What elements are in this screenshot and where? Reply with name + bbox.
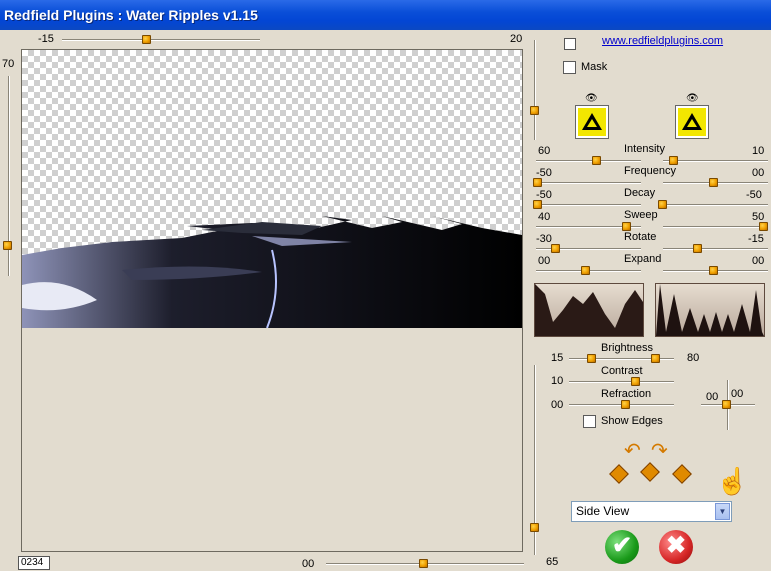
- bottom-slider-thumb[interactable]: [419, 559, 428, 568]
- sweep-left-value: 40: [538, 211, 551, 223]
- checker-icon[interactable]: [564, 38, 576, 50]
- expand-label: Expand: [624, 253, 662, 265]
- rotate-left-value: -30: [536, 233, 552, 245]
- left-slider-label: 70: [2, 58, 15, 70]
- top-slider-min-label: -15: [38, 33, 54, 45]
- top-slider-thumb[interactable]: [142, 35, 151, 44]
- right-top-slider-track[interactable]: [534, 40, 536, 140]
- offset-x-value: 00: [706, 391, 719, 403]
- show-edges-checkbox[interactable]: [583, 415, 596, 428]
- triangle-icon: [682, 113, 702, 130]
- decay-right-thumb[interactable]: [658, 200, 667, 209]
- rotate-label: Rotate: [624, 231, 657, 243]
- intensity-right-value: 10: [752, 145, 765, 157]
- frequency-left-thumb[interactable]: [533, 178, 542, 187]
- contrast-track[interactable]: [569, 381, 674, 383]
- dice-icon[interactable]: [640, 462, 660, 482]
- ok-icon: ✔: [611, 532, 633, 559]
- intensity-left-thumb[interactable]: [592, 156, 601, 165]
- title-bar: Redfield Plugins : Water Ripples v1.15: [0, 0, 771, 30]
- view-mode-select[interactable]: Side View ▼: [571, 501, 732, 522]
- sweep-left-thumb[interactable]: [622, 222, 631, 231]
- contrast-value: 10: [551, 375, 564, 387]
- cancel-button[interactable]: ✖: [659, 530, 693, 564]
- rotate-right-value: -15: [748, 233, 764, 245]
- intensity-right-track[interactable]: [663, 160, 768, 162]
- brightness-right-thumb[interactable]: [651, 354, 660, 363]
- decay-right-value: -50: [746, 189, 762, 201]
- right-top-slider-thumb[interactable]: [530, 106, 539, 115]
- window-title: Redfield Plugins : Water Ripples v1.15: [4, 7, 258, 23]
- brightness-label: Brightness: [601, 342, 653, 354]
- sweep-right-thumb[interactable]: [759, 222, 768, 231]
- eye-icon: 👁: [686, 93, 699, 104]
- expand-left-value: 00: [538, 255, 551, 267]
- website-link[interactable]: www.redfieldplugins.com: [602, 35, 723, 47]
- right-slider-label: 65: [546, 556, 559, 568]
- contrast-thumb[interactable]: [631, 377, 640, 386]
- triangle-icon: [582, 113, 602, 130]
- hand-icon[interactable]: ☝: [716, 466, 748, 497]
- brightness-left-thumb[interactable]: [587, 354, 596, 363]
- intensity-right-thumb[interactable]: [669, 156, 678, 165]
- frequency-left-track[interactable]: [536, 182, 641, 184]
- eye-button-left[interactable]: [575, 105, 609, 139]
- wave-shape-right: [656, 284, 764, 336]
- expand-right-thumb[interactable]: [709, 266, 718, 275]
- frequency-right-thumb[interactable]: [709, 178, 718, 187]
- offset-thumb[interactable]: [722, 400, 731, 409]
- brightness-left-value: 15: [551, 352, 564, 364]
- right-bottom-slider-thumb[interactable]: [530, 523, 539, 532]
- decay-left-track[interactable]: [536, 204, 641, 206]
- refraction-label: Refraction: [601, 388, 652, 400]
- intensity-left-value: 60: [538, 145, 551, 157]
- show-edges-label: Show Edges: [601, 415, 663, 427]
- randomize-arrow-icon: ↶: [624, 440, 641, 462]
- sweep-right-track[interactable]: [663, 226, 768, 228]
- offset-y-value: 00: [731, 388, 744, 400]
- wave-preview-right[interactable]: [655, 283, 765, 337]
- sweep-label: Sweep: [624, 209, 658, 221]
- dice-icon[interactable]: [672, 464, 692, 484]
- frequency-label: Frequency: [624, 165, 676, 177]
- dice-icon[interactable]: [609, 464, 629, 484]
- refraction-value: 00: [551, 399, 564, 411]
- intensity-left-track[interactable]: [536, 160, 641, 162]
- chevron-down-icon[interactable]: ▼: [715, 503, 730, 520]
- rotate-right-track[interactable]: [663, 248, 768, 250]
- wave-preview-left[interactable]: [534, 283, 644, 337]
- contrast-label: Contrast: [601, 365, 643, 377]
- frequency-right-value: 00: [752, 167, 765, 179]
- wave-shape-left: [535, 284, 643, 336]
- plugin-window: Redfield Plugins : Water Ripples v1.15 -…: [0, 0, 771, 571]
- top-slider-max-label: 20: [510, 33, 523, 45]
- rotate-right-thumb[interactable]: [693, 244, 702, 253]
- frame-counter: 0234: [18, 556, 50, 570]
- intensity-label: Intensity: [624, 143, 665, 155]
- left-slider-thumb[interactable]: [3, 241, 12, 250]
- view-mode-value: Side View: [576, 504, 630, 518]
- refraction-thumb[interactable]: [621, 400, 630, 409]
- bottom-slider-label: 00: [302, 558, 315, 570]
- brightness-right-value: 80: [687, 352, 700, 364]
- expand-left-thumb[interactable]: [581, 266, 590, 275]
- eye-button-right[interactable]: [675, 105, 709, 139]
- rotate-left-thumb[interactable]: [551, 244, 560, 253]
- ok-button[interactable]: ✔: [605, 530, 639, 564]
- top-slider-track[interactable]: [62, 39, 260, 41]
- cancel-icon: ✖: [665, 532, 687, 559]
- mask-label: Mask: [581, 61, 608, 73]
- eye-icon: 👁: [585, 93, 598, 104]
- decay-right-track[interactable]: [663, 204, 768, 206]
- preview-canvas[interactable]: [21, 49, 523, 552]
- ripple-image: [22, 216, 522, 328]
- decay-left-thumb[interactable]: [533, 200, 542, 209]
- decay-label: Decay: [624, 187, 656, 199]
- mask-checkbox[interactable]: [563, 61, 576, 74]
- expand-right-value: 00: [752, 255, 765, 267]
- randomize-arrow-icon: ↷: [651, 440, 668, 462]
